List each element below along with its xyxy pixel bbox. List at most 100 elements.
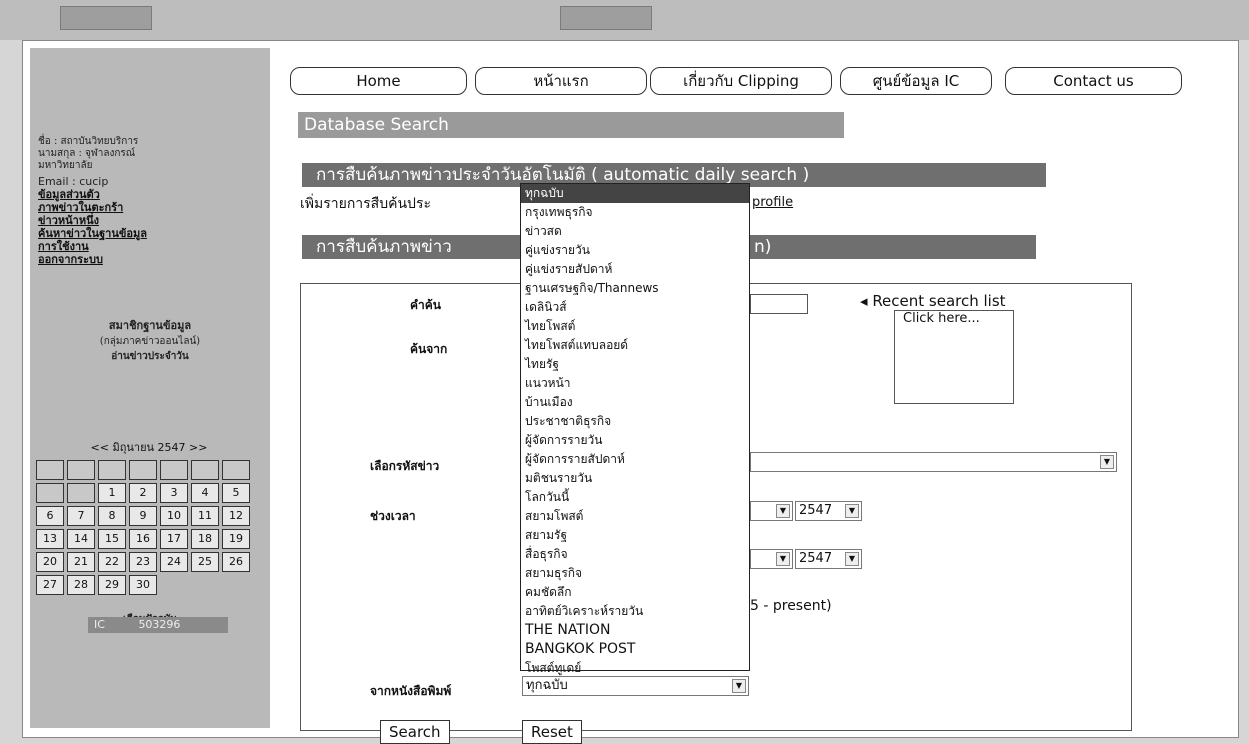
user-info: ชื่อ : สถาบันวิทยบริการ นามสกุล : จุฬาลง… xyxy=(38,78,260,267)
dropdown-option[interactable]: บ้านเมือง xyxy=(521,393,749,412)
dropdown-option[interactable]: โพสต์ทูเดย์ xyxy=(521,659,749,678)
sidebar-link-frontpage[interactable]: ข่าวหน้าหนึ่ง xyxy=(38,215,260,227)
calendar-day[interactable]: 5 xyxy=(222,483,250,503)
dropdown-option[interactable]: คมชัดลึก xyxy=(521,583,749,602)
member-info: สมาชิกฐานข้อมูล (กลุ่มภาคข่าวออนไลน์) อ่… xyxy=(50,316,250,364)
calendar-day[interactable]: 27 xyxy=(36,575,64,595)
start-day-select[interactable]: ▼ xyxy=(750,501,793,521)
calendar-blank-cell xyxy=(222,460,250,480)
calendar-day[interactable]: 16 xyxy=(129,529,157,549)
dropdown-option[interactable]: ข่าวสด xyxy=(521,222,749,241)
sidebar-link-profile[interactable]: ข้อมูลส่วนตัว xyxy=(38,189,260,201)
end-day-select[interactable]: ▼ xyxy=(750,549,793,569)
calendar-blank-cell xyxy=(36,483,64,503)
nav-home-button[interactable]: Home xyxy=(290,67,467,95)
dropdown-option[interactable]: คู่แข่งรายวัน xyxy=(521,241,749,260)
keyword-input[interactable] xyxy=(750,294,808,314)
end-year-select[interactable]: 2547 ▼ xyxy=(795,549,862,569)
dropdown-option[interactable]: โลกวันนี้ xyxy=(521,488,749,507)
calendar-day[interactable]: 19 xyxy=(222,529,250,549)
calendar-header[interactable]: << มิถุนายน 2547 >> xyxy=(36,438,262,456)
dropdown-option[interactable]: คู่แข่งรายสัปดาห์ xyxy=(521,260,749,279)
calendar-day[interactable]: 1 xyxy=(98,483,126,503)
profile-link[interactable]: profile xyxy=(752,195,793,210)
dropdown-option[interactable]: สยามรัฐ xyxy=(521,526,749,545)
recent-search-list[interactable]: Click here... xyxy=(894,310,1014,404)
sidebar-link-basket[interactable]: ภาพข่าวในตะกร้า xyxy=(38,202,260,214)
calendar-day[interactable]: 2 xyxy=(129,483,157,503)
nav-about-button[interactable]: เกี่ยวกับ Clipping xyxy=(650,67,832,95)
nav-contact-button[interactable]: Contact us xyxy=(1005,67,1182,95)
start-year-select[interactable]: 2547 ▼ xyxy=(795,501,862,521)
reset-button[interactable]: Reset xyxy=(522,720,582,744)
news-code-select[interactable]: ▼ xyxy=(750,452,1117,472)
sidebar-link-logout[interactable]: ออกจากระบบ xyxy=(38,254,260,266)
calendar-day[interactable]: 12 xyxy=(222,506,250,526)
calendar-day[interactable]: 17 xyxy=(160,529,188,549)
dropdown-option[interactable]: BANGKOK POST xyxy=(521,640,749,659)
dropdown-option[interactable]: มติชนรายวัน xyxy=(521,469,749,488)
calendar-day[interactable]: 10 xyxy=(160,506,188,526)
calendar-blank-cell xyxy=(191,460,219,480)
calendar-day[interactable]: 18 xyxy=(191,529,219,549)
dropdown-option[interactable]: ไทยโพสต์ xyxy=(521,317,749,336)
dropdown-option[interactable]: ฐานเศรษฐกิจ/Thannews xyxy=(521,279,749,298)
keyword-label: คำค้น xyxy=(410,298,441,312)
calendar-day[interactable]: 8 xyxy=(98,506,126,526)
calendar-day[interactable]: 9 xyxy=(129,506,157,526)
chevron-down-icon: ▼ xyxy=(845,504,859,518)
dropdown-option[interactable]: ไทยโพสต์แทบลอยด์ xyxy=(521,336,749,355)
search-button[interactable]: Search xyxy=(380,720,450,744)
calendar-day[interactable]: 22 xyxy=(98,552,126,572)
calendar-day[interactable]: 13 xyxy=(36,529,64,549)
calendar-day[interactable]: 11 xyxy=(191,506,219,526)
dropdown-option[interactable]: เดลินิวส์ xyxy=(521,298,749,317)
top-nav: Home หน้าแรก เกี่ยวกับ Clipping ศูนย์ข้อ… xyxy=(290,67,1210,95)
dropdown-option[interactable]: แนวหน้า xyxy=(521,374,749,393)
dropdown-option[interactable]: ผู้จัดการรายวัน xyxy=(521,431,749,450)
header-banner xyxy=(560,6,652,30)
member-title: สมาชิกฐานข้อมูล xyxy=(108,319,192,332)
calendar-day[interactable]: 4 xyxy=(191,483,219,503)
dropdown-option[interactable]: สยามโพสต์ xyxy=(521,507,749,526)
calendar-blank-cell xyxy=(160,460,188,480)
dropdown-option[interactable]: ทุกฉบับ xyxy=(521,184,749,203)
calendar-day[interactable]: 15 xyxy=(98,529,126,549)
news-code-label: เลือกรหัสข่าว xyxy=(370,459,440,473)
calendar-day[interactable]: 14 xyxy=(67,529,95,549)
calendar-day[interactable]: 21 xyxy=(67,552,95,572)
dropdown-option[interactable]: ผู้จัดการรายสัปดาห์ xyxy=(521,450,749,469)
dropdown-option[interactable]: ประชาชาติธุรกิจ xyxy=(521,412,749,431)
calendar-day[interactable]: 3 xyxy=(160,483,188,503)
recent-search-title-text: Recent search list xyxy=(872,292,1006,310)
chevron-down-icon: ▼ xyxy=(845,552,859,566)
calendar-day[interactable]: 30 xyxy=(129,575,157,595)
sidebar-link-search[interactable]: ค้นหาข่าวในฐานข้อมูล xyxy=(38,228,260,240)
dropdown-option[interactable]: สยามธุรกิจ xyxy=(521,564,749,583)
calendar-day[interactable]: 26 xyxy=(222,552,250,572)
dropdown-option[interactable]: สื่อธุรกิจ xyxy=(521,545,749,564)
calendar-day[interactable]: 6 xyxy=(36,506,64,526)
header-logo xyxy=(60,6,152,30)
dropdown-option[interactable]: THE NATION xyxy=(521,621,749,640)
calendar-day[interactable]: 23 xyxy=(129,552,157,572)
dropdown-option[interactable]: ไทยรัฐ xyxy=(521,355,749,374)
nav-front-button[interactable]: หน้าแรก xyxy=(475,67,647,95)
nav-ic-button[interactable]: ศูนย์ข้อมูล IC xyxy=(840,67,992,95)
window-header xyxy=(0,0,1249,40)
calendar-day[interactable]: 20 xyxy=(36,552,64,572)
user-uni: มหาวิทยาลัย xyxy=(38,160,93,171)
search-bar-tail: n) xyxy=(754,237,772,257)
newspaper-select[interactable]: ทุกฉบับ ▼ xyxy=(522,676,749,696)
calendar-day[interactable]: 29 xyxy=(98,575,126,595)
calendar-day[interactable]: 25 xyxy=(191,552,219,572)
calendar-day[interactable]: 7 xyxy=(67,506,95,526)
counter-value: 503296 xyxy=(138,618,181,631)
dropdown-option[interactable]: อาทิตย์วิเคราะห์รายวัน xyxy=(521,602,749,621)
calendar-day[interactable]: 24 xyxy=(160,552,188,572)
sidebar-link-usage[interactable]: การใช้งาน xyxy=(38,241,260,253)
visitor-counter: IC 503296 xyxy=(88,617,228,633)
dropdown-option[interactable]: กรุงเทพธุรกิจ xyxy=(521,203,749,222)
newspaper-dropdown-list[interactable]: ทุกฉบับ กรุงเทพธุรกิจ ข่าวสด คู่แข่งรายวันค… xyxy=(520,183,750,675)
calendar-day[interactable]: 28 xyxy=(67,575,95,595)
